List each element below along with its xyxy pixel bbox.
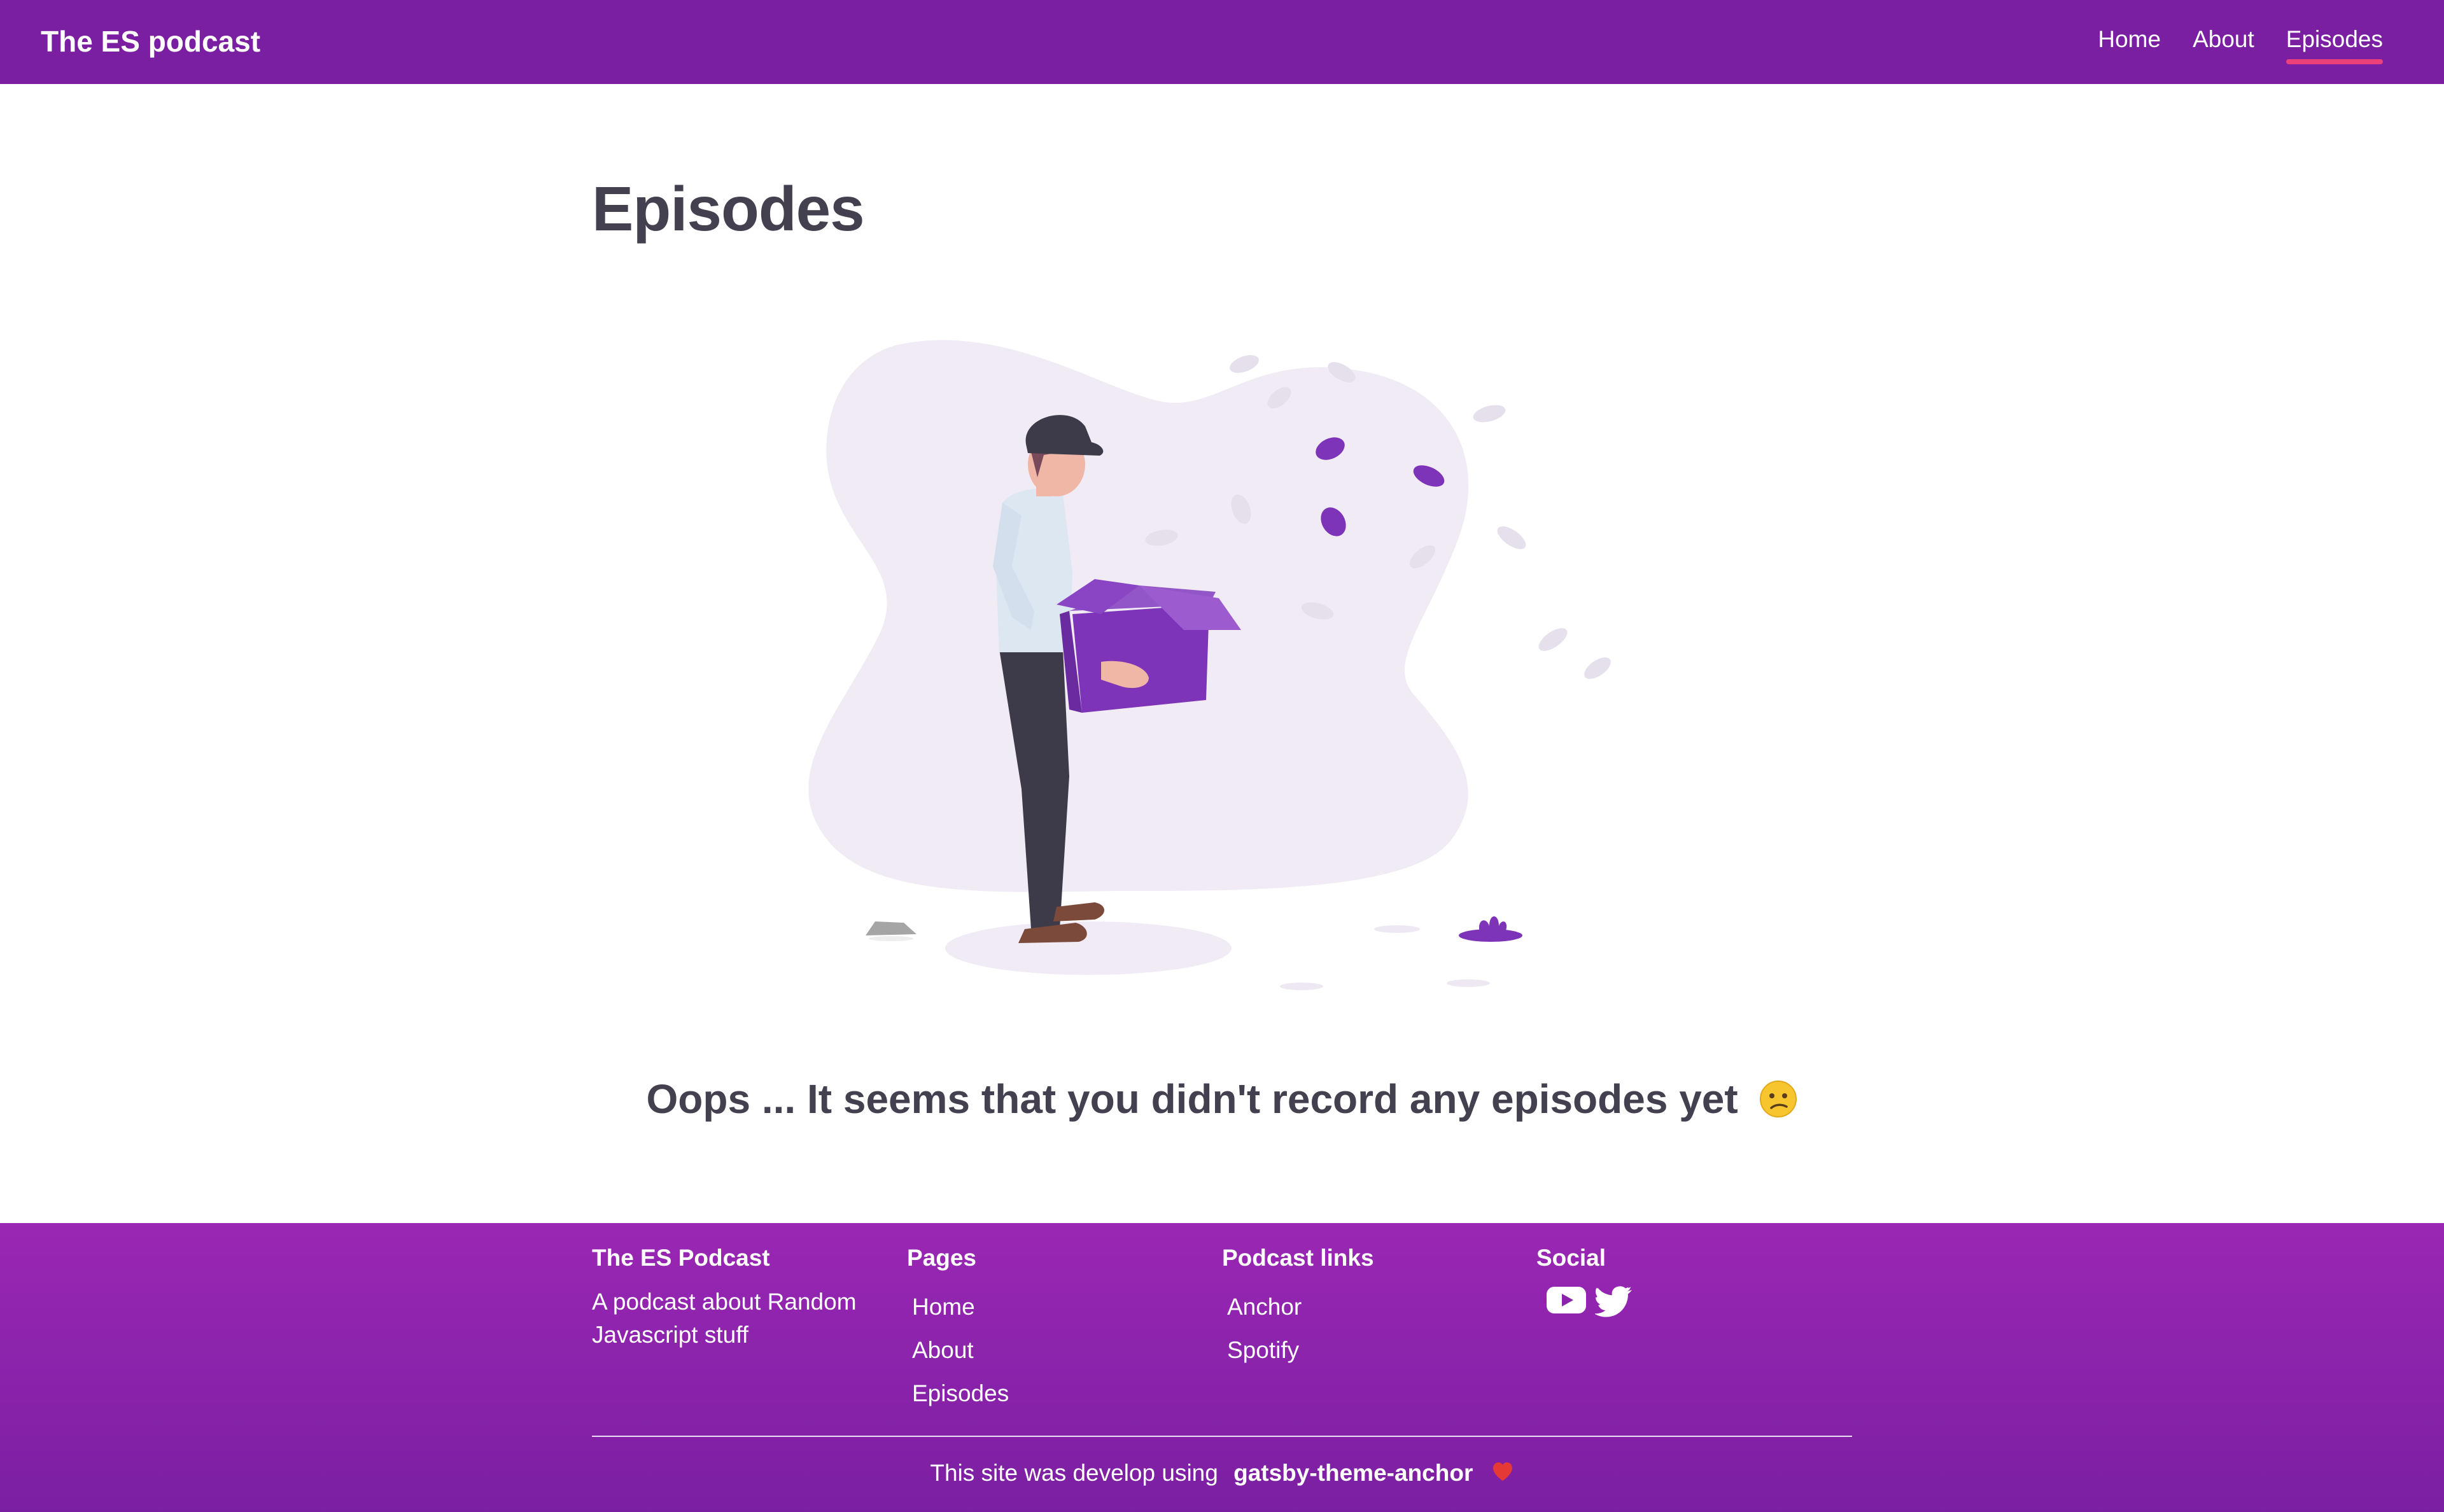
page: The ES podcast Home About Episodes Episo… bbox=[0, 0, 2444, 1512]
nav-link-about[interactable]: About bbox=[2193, 26, 2254, 58]
empty-state-message: Oops ... It seems that you didn't record… bbox=[0, 1075, 2444, 1123]
footer-link-about[interactable]: About bbox=[912, 1329, 1009, 1372]
footer-podcast-heading: Podcast links bbox=[1222, 1245, 1374, 1271]
main-content: Episodes bbox=[592, 173, 1852, 245]
footer-podcast-links: Podcast links Anchor Spotify bbox=[1222, 1245, 1374, 1372]
empty-message-text: Oops ... It seems that you didn't record… bbox=[646, 1076, 1738, 1122]
footer-link-spotify[interactable]: Spotify bbox=[1227, 1329, 1374, 1372]
site-header: The ES podcast Home About Episodes bbox=[0, 0, 2444, 84]
empty-box-illustration bbox=[802, 331, 1642, 999]
footer-link-home[interactable]: Home bbox=[912, 1285, 1009, 1329]
footer-social: Social bbox=[1536, 1245, 1633, 1320]
main-nav: Home About Episodes bbox=[2066, 0, 2384, 84]
footer-credit: This site was develop using gatsby-theme… bbox=[0, 1460, 2444, 1487]
footer-about-text: A podcast about Random Javascript stuff bbox=[592, 1289, 857, 1348]
footer-link-anchor[interactable]: Anchor bbox=[1227, 1285, 1374, 1329]
credit-theme-link[interactable]: gatsby-theme-anchor bbox=[1233, 1460, 1473, 1486]
youtube-icon[interactable] bbox=[1547, 1285, 1586, 1320]
footer-pages-heading: Pages bbox=[907, 1245, 977, 1271]
brand-link[interactable]: The ES podcast bbox=[41, 24, 260, 59]
nav-link-home[interactable]: Home bbox=[2098, 26, 2161, 58]
twitter-icon[interactable] bbox=[1594, 1285, 1633, 1320]
footer-divider bbox=[592, 1436, 1852, 1437]
credit-prefix: This site was develop using bbox=[930, 1460, 1218, 1486]
site-footer: The ES Podcast A podcast about Random Ja… bbox=[0, 1223, 2444, 1512]
nav-link-episodes[interactable]: Episodes bbox=[2286, 26, 2384, 64]
footer-about-heading: The ES Podcast bbox=[592, 1245, 770, 1271]
social-icons bbox=[1547, 1285, 1633, 1320]
footer-about: The ES Podcast A podcast about Random Ja… bbox=[592, 1245, 872, 1352]
footer-social-heading: Social bbox=[1536, 1245, 1606, 1271]
page-title: Episodes bbox=[592, 174, 865, 244]
footer-pages: Pages Home About Episodes bbox=[907, 1245, 1009, 1415]
footer-link-episodes[interactable]: Episodes bbox=[912, 1372, 1009, 1415]
heart-icon bbox=[1491, 1460, 1514, 1483]
confused-face-icon bbox=[1759, 1080, 1797, 1118]
